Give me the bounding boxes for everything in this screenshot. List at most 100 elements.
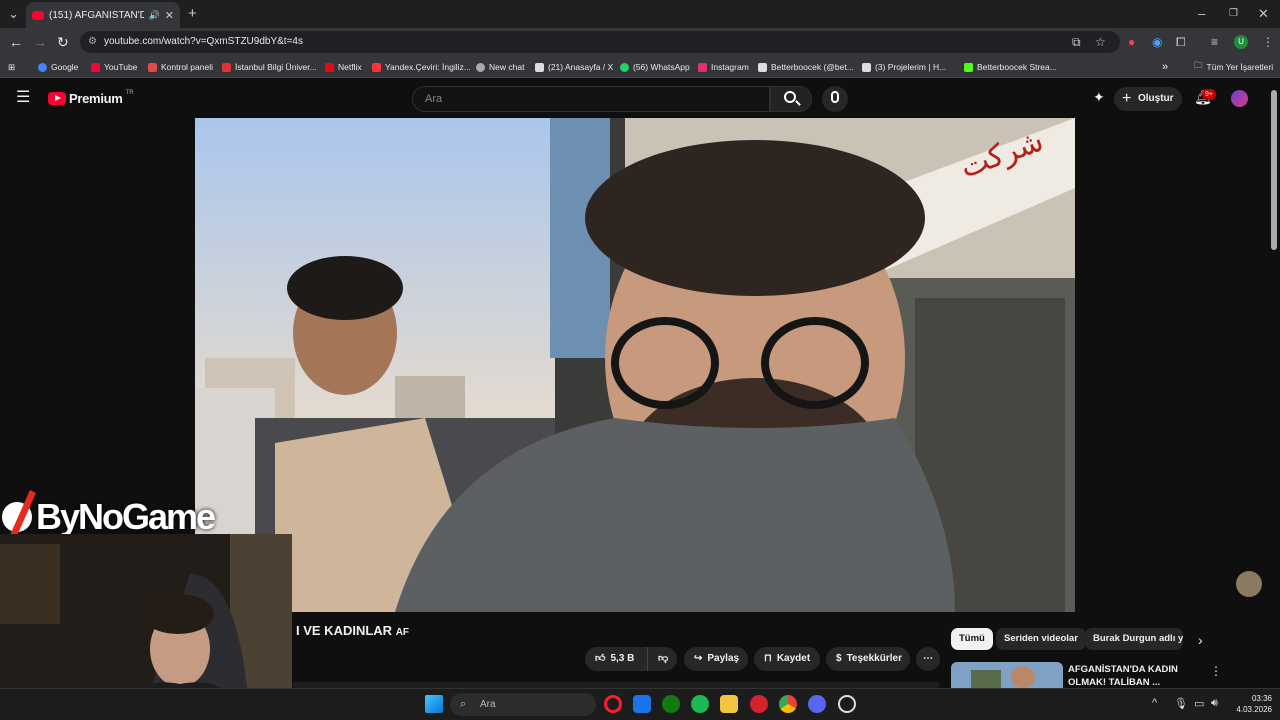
tray-network-icon[interactable]: ▭ bbox=[1194, 697, 1204, 710]
forward-icon[interactable]: → bbox=[33, 32, 47, 52]
app-blue-icon[interactable] bbox=[808, 695, 826, 713]
chip-channel[interactable]: Burak Durgun adlı yük bbox=[1085, 628, 1183, 650]
bookmark-yandex[interactable]: Yandex.Çeviri: İngiliz... bbox=[372, 60, 471, 74]
tray-mic-icon[interactable]: 🎙︎ bbox=[1174, 697, 1188, 710]
mini-avatar[interactable] bbox=[1236, 571, 1262, 597]
thumbs-up-icon: 👍︎ bbox=[595, 653, 606, 664]
clock[interactable]: 03:36 4.03.2026 bbox=[1226, 693, 1272, 715]
chip-next-icon[interactable]: › bbox=[1198, 632, 1203, 648]
reload-icon[interactable]: ↻ bbox=[57, 32, 69, 52]
bilgi-icon bbox=[222, 62, 231, 72]
minimize-button[interactable]: – bbox=[1198, 5, 1205, 23]
menu-kebab-icon[interactable]: ⋮ bbox=[1262, 34, 1274, 50]
more-bookmarks-icon[interactable]: » bbox=[1162, 60, 1168, 74]
bookmark-bilgi[interactable]: İstanbul Bilgi Üniver... bbox=[222, 60, 317, 74]
bookmark-icon: ⊓ bbox=[764, 653, 772, 664]
extension-icon[interactable]: ● bbox=[1128, 34, 1135, 50]
bookmark-netflix[interactable]: Netflix bbox=[325, 60, 362, 74]
video-player[interactable]: شرکت bbox=[195, 118, 1075, 612]
site-info-icon[interactable]: ⚙ bbox=[88, 31, 97, 53]
extensions-puzzle-icon[interactable]: ⧠ bbox=[1176, 34, 1186, 50]
instagram-icon bbox=[698, 62, 707, 72]
cast-sparkle-icon[interactable]: ✦ bbox=[1093, 89, 1105, 106]
close-window-button[interactable]: ✕ bbox=[1258, 5, 1269, 23]
page-scrollbar[interactable] bbox=[1271, 90, 1277, 250]
app-gear-icon[interactable] bbox=[838, 695, 856, 713]
netflix-icon bbox=[325, 62, 334, 72]
plus-icon: + bbox=[1122, 90, 1132, 107]
chip-series[interactable]: Seriden videolar bbox=[996, 628, 1086, 650]
chip-all[interactable]: Tümü bbox=[951, 628, 993, 650]
bookmark-x[interactable]: (21) Anasayfa / X bbox=[535, 60, 613, 74]
tab-strip: ⌄ (151) AFGANİSTAN'DA İLGİ 🔊 ✕ + – ❐ ✕ bbox=[0, 0, 1280, 28]
dislike-button[interactable]: 👎︎ bbox=[647, 647, 677, 671]
kick-icon bbox=[964, 62, 973, 72]
like-button[interactable]: 👍︎ 5,3 B bbox=[585, 647, 647, 671]
bookmark-instagram[interactable]: Instagram bbox=[698, 60, 749, 74]
new-tab-button[interactable]: + bbox=[188, 5, 197, 23]
more-horizontal-icon: ⋯ bbox=[923, 653, 933, 664]
recommended-title[interactable]: AFGANİSTAN'DA KADIN OLMAK! TALİBAN ... bbox=[1068, 663, 1178, 689]
search-button[interactable] bbox=[770, 86, 812, 112]
browser-tab[interactable]: (151) AFGANİSTAN'DA İLGİ 🔊 ✕ bbox=[26, 2, 180, 28]
reading-list-icon[interactable]: ≡ bbox=[1211, 34, 1218, 50]
file-explorer-icon[interactable] bbox=[720, 695, 738, 713]
bynogame-overlay-logo: ByNoGame bbox=[0, 490, 240, 540]
chrome-icon[interactable] bbox=[779, 695, 797, 713]
youtube-favicon-icon bbox=[32, 10, 44, 20]
notification-badge: 9+ bbox=[1202, 89, 1216, 100]
tray-chevron-icon[interactable]: ^ bbox=[1152, 697, 1157, 709]
bookmark-new-chat[interactable]: New chat bbox=[476, 60, 524, 74]
bookmark-star-icon[interactable]: ☆ bbox=[1095, 34, 1106, 50]
bookmark-kick[interactable]: Betterboocek Strea... bbox=[964, 60, 1057, 74]
outlook-icon[interactable] bbox=[633, 695, 651, 713]
all-bookmarks[interactable]: 🗀 Tüm Yer İşaretleri bbox=[1194, 60, 1273, 74]
tray-volume-icon[interactable]: 🔊︎ bbox=[1211, 697, 1218, 710]
bookmark-youtube[interactable]: YouTube bbox=[91, 60, 137, 74]
dashboard-icon bbox=[148, 62, 157, 72]
hamburger-menu-icon[interactable]: ☰ bbox=[16, 89, 30, 107]
app-red-icon[interactable] bbox=[750, 695, 768, 713]
xbox-icon[interactable] bbox=[662, 695, 680, 713]
opera-icon[interactable] bbox=[604, 695, 622, 713]
taskbar-search[interactable]: ⌕ Ara bbox=[450, 693, 596, 716]
extension-audio-icon[interactable]: ◉ bbox=[1152, 34, 1162, 50]
bookmark-google[interactable]: Google bbox=[38, 60, 78, 74]
back-icon[interactable]: ← bbox=[9, 32, 23, 52]
spotify-icon[interactable] bbox=[691, 695, 709, 713]
bookmark-tiktok[interactable]: Betterboocek (@bet... bbox=[758, 60, 854, 74]
bookmarks-bar: ⊞ Google YouTube Kontrol paneli İstanbul… bbox=[0, 56, 1280, 78]
save-button[interactable]: ⊓ Kaydet bbox=[754, 647, 820, 671]
bookmark-kontrol-paneli[interactable]: Kontrol paneli bbox=[148, 60, 213, 74]
search-icon: ⌕ bbox=[460, 698, 467, 710]
share-button[interactable]: ↪ Paylaş bbox=[684, 647, 748, 671]
thanks-button[interactable]: $ Teşekkürler bbox=[826, 647, 910, 671]
create-button[interactable]: + Oluştur bbox=[1114, 87, 1182, 111]
recommended-thumbnail[interactable] bbox=[951, 662, 1063, 688]
tab-search-chevron-icon[interactable]: ⌄ bbox=[8, 5, 19, 23]
bookmark-projelerim[interactable]: (3) Projelerim | H... bbox=[862, 60, 946, 74]
thumbs-down-icon: 👎︎ bbox=[658, 653, 669, 664]
search-input[interactable]: Ara bbox=[412, 86, 770, 112]
windows-taskbar: ⌕ Ara ^ 🎙︎ ▭ 🔊︎ 03:36 4.03.2026 bbox=[0, 688, 1280, 720]
user-avatar[interactable] bbox=[1231, 90, 1248, 107]
apps-grid-icon[interactable]: ⊞ bbox=[8, 60, 15, 74]
speaker-icon: 🔊 bbox=[148, 9, 160, 20]
windows-start-icon[interactable] bbox=[425, 695, 443, 713]
youtube-premium-logo[interactable]: Premium TR bbox=[48, 90, 134, 106]
address-bar[interactable]: ⚙ youtube.com/watch?v=QxmSTZU9dbY&t=4s bbox=[80, 31, 1120, 53]
chat-icon bbox=[476, 62, 485, 72]
profile-avatar[interactable]: U bbox=[1234, 35, 1248, 49]
recommended-menu-icon[interactable]: ⋮ bbox=[1210, 664, 1222, 678]
youtube-icon bbox=[91, 62, 100, 72]
maximize-button[interactable]: ❐ bbox=[1229, 5, 1238, 23]
google-icon bbox=[38, 62, 47, 72]
bookmark-whatsapp[interactable]: (56) WhatsApp bbox=[620, 60, 690, 74]
more-actions-button[interactable]: ⋯ bbox=[916, 647, 940, 671]
video-frame: شرکت bbox=[195, 118, 1075, 612]
close-tab-icon[interactable]: ✕ bbox=[165, 9, 174, 22]
microphone-icon bbox=[831, 91, 839, 103]
voice-search-button[interactable] bbox=[822, 86, 848, 112]
video-title: I VE KADINLAR AF bbox=[296, 623, 410, 638]
install-app-icon[interactable]: ⧉ bbox=[1072, 34, 1081, 50]
